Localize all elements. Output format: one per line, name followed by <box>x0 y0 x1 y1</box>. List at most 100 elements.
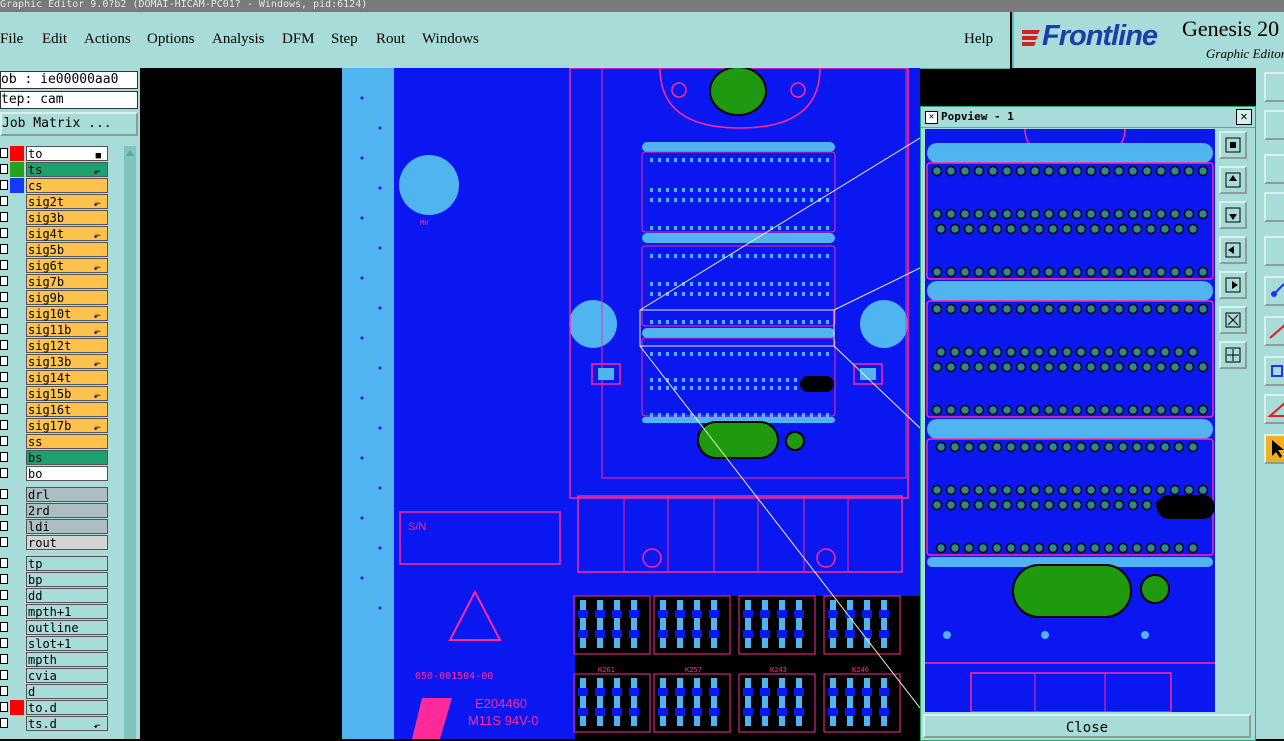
layer-name[interactable]: ss <box>26 434 108 449</box>
layer-row-bs[interactable]: bs <box>0 450 112 465</box>
layer-row-sig6t[interactable]: sig6t ⬐ <box>0 258 112 273</box>
menu-rout[interactable]: Rout <box>376 31 405 48</box>
menu-actions[interactable]: Actions <box>84 31 131 48</box>
layer-row-sig4t[interactable]: sig4t ⬐ <box>0 226 112 241</box>
layer-checkbox[interactable] <box>0 388 8 398</box>
layer-name[interactable]: d <box>26 684 108 699</box>
menu-windows[interactable]: Windows <box>422 31 479 48</box>
layer-checkbox[interactable] <box>0 372 8 382</box>
layer-checkbox[interactable] <box>0 148 8 158</box>
layer-row-bp[interactable]: bp <box>0 572 112 587</box>
popview-zoom-out-button[interactable] <box>1219 341 1247 369</box>
layer-row-drl[interactable]: drl <box>0 487 112 502</box>
layer-checkbox[interactable] <box>0 356 8 366</box>
tool-pointer-icon[interactable] <box>1264 434 1284 464</box>
layer-checkbox[interactable] <box>0 340 8 350</box>
layer-row-sig17b[interactable]: sig17b ⬐ <box>0 418 112 433</box>
layer-name[interactable]: to ■ <box>26 146 108 161</box>
tool-window2-icon[interactable] <box>1264 110 1284 140</box>
layer-color-swatch[interactable] <box>10 370 24 385</box>
tool-window-icon[interactable] <box>1264 72 1284 102</box>
layer-checkbox[interactable] <box>0 324 8 334</box>
layer-row-ts-d[interactable]: ts.d ⬐ <box>0 716 112 731</box>
popview-close-button[interactable]: Close <box>923 714 1251 738</box>
layer-name[interactable]: dd <box>26 588 108 603</box>
layer-color-swatch[interactable] <box>10 290 24 305</box>
layer-name[interactable]: ldi <box>26 519 108 534</box>
graphic-canvas[interactable]: MH S/N 050-001504-00 E204460 M11S 94V-0 … <box>140 68 920 739</box>
job-field[interactable]: ob : ie00000aa0 <box>0 71 138 89</box>
layer-color-swatch[interactable] <box>10 604 24 619</box>
layer-color-swatch[interactable] <box>10 668 24 683</box>
layer-color-swatch[interactable] <box>10 519 24 534</box>
layer-checkbox[interactable] <box>0 505 8 515</box>
layer-name[interactable]: slot+1 <box>26 636 108 651</box>
layer-row-tp[interactable]: tp <box>0 556 112 571</box>
layer-checkbox[interactable] <box>0 436 8 446</box>
layer-row-ss[interactable]: ss <box>0 434 112 449</box>
layer-row-mpth[interactable]: mpth <box>0 652 112 667</box>
layer-color-swatch[interactable] <box>10 636 24 651</box>
layer-row-cs[interactable]: cs <box>0 178 112 193</box>
layer-checkbox[interactable] <box>0 590 8 600</box>
layer-name[interactable]: mpth <box>26 652 108 667</box>
layer-checkbox[interactable] <box>0 212 8 222</box>
layer-color-swatch[interactable] <box>10 572 24 587</box>
tool-rect-icon[interactable] <box>1264 356 1284 386</box>
layer-name[interactable]: sig5b <box>26 242 108 257</box>
menu-help[interactable]: Help <box>964 31 993 48</box>
layer-name[interactable]: rout <box>26 535 108 550</box>
layer-checkbox[interactable] <box>0 276 8 286</box>
menu-edit[interactable]: Edit <box>42 31 67 48</box>
layer-checkbox[interactable] <box>0 420 8 430</box>
layer-row-mpth-1[interactable]: mpth+1 <box>0 604 112 619</box>
layer-checkbox[interactable] <box>0 638 8 648</box>
layer-color-swatch[interactable] <box>10 700 24 715</box>
layer-name[interactable]: sig7b <box>26 274 108 289</box>
menu-dfm[interactable]: DFM <box>282 31 315 48</box>
tool-line-icon[interactable] <box>1264 316 1284 346</box>
layer-row-sig9b[interactable]: sig9b <box>0 290 112 305</box>
popview-window[interactable]: ✕ Popview - 1 ✕ Close <box>920 106 1256 741</box>
layer-row-sig2t[interactable]: sig2t ⬐ <box>0 194 112 209</box>
layer-row-ts[interactable]: ts ⬐ <box>0 162 112 177</box>
pcb-view[interactable]: MH S/N 050-001504-00 E204460 M11S 94V-0 … <box>140 68 920 739</box>
layer-row-2rd[interactable]: 2rd <box>0 503 112 518</box>
layer-checkbox[interactable] <box>0 404 8 414</box>
layer-name[interactable]: to.d <box>26 700 108 715</box>
layer-row-bo[interactable]: bo <box>0 466 112 481</box>
layer-color-swatch[interactable] <box>10 434 24 449</box>
layer-checkbox[interactable] <box>0 521 8 531</box>
layer-name[interactable]: mpth+1 <box>26 604 108 619</box>
popview-titlebar[interactable]: ✕ Popview - 1 ✕ <box>921 107 1255 128</box>
layer-checkbox[interactable] <box>0 292 8 302</box>
layer-row-sig7b[interactable]: sig7b <box>0 274 112 289</box>
layer-row-outline[interactable]: outline <box>0 620 112 635</box>
layer-color-swatch[interactable] <box>10 402 24 417</box>
layer-checkbox[interactable] <box>0 260 8 270</box>
layer-name[interactable]: sig4t ⬐ <box>26 226 108 241</box>
layer-color-swatch[interactable] <box>10 354 24 369</box>
layer-checkbox[interactable] <box>0 702 8 712</box>
layer-row-sig14t[interactable]: sig14t <box>0 370 112 385</box>
layer-name[interactable]: bp <box>26 572 108 587</box>
layer-name[interactable]: bo <box>26 466 108 481</box>
menu-step[interactable]: Step <box>331 31 358 48</box>
layer-color-swatch[interactable] <box>10 716 24 731</box>
layer-row-d[interactable]: d <box>0 684 112 699</box>
layer-row-cvia[interactable]: cvia <box>0 668 112 683</box>
popview-close-icon[interactable]: ✕ <box>1236 109 1252 125</box>
layer-row-sig10t[interactable]: sig10t ⬐ <box>0 306 112 321</box>
layer-row-dd[interactable]: dd <box>0 588 112 603</box>
layer-color-swatch[interactable] <box>10 684 24 699</box>
layer-name[interactable]: sig15b ⬐ <box>26 386 108 401</box>
layer-color-swatch[interactable] <box>10 450 24 465</box>
tool-snap-icon[interactable] <box>1264 192 1284 222</box>
layer-checkbox[interactable] <box>0 489 8 499</box>
layer-color-swatch[interactable] <box>10 588 24 603</box>
layer-name[interactable]: sig17b ⬐ <box>26 418 108 433</box>
layer-list-scrollbar[interactable] <box>124 146 136 739</box>
layer-color-swatch[interactable] <box>10 306 24 321</box>
layer-name[interactable]: ts ⬐ <box>26 162 108 177</box>
layer-checkbox[interactable] <box>0 308 8 318</box>
